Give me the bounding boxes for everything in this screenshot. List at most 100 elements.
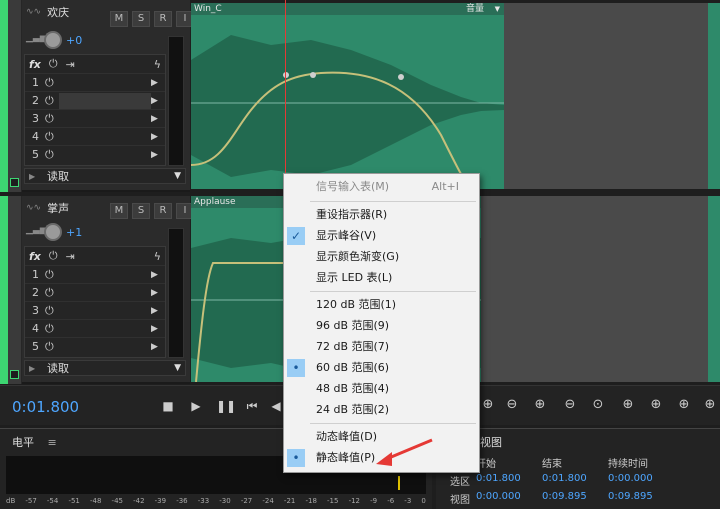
track-name[interactable]: 掌声 xyxy=(47,200,69,216)
track-select-box[interactable] xyxy=(10,370,19,379)
power-icon[interactable]: ⏻ xyxy=(45,304,59,318)
slot-field[interactable] xyxy=(59,339,151,355)
power-icon[interactable]: ⏻ xyxy=(49,249,58,263)
track-handle[interactable] xyxy=(8,0,22,192)
rewind-icon[interactable]: ◀ xyxy=(268,398,284,414)
slot-field[interactable] xyxy=(59,321,151,337)
menu-item-range-48[interactable]: 48 dB 范围(4) xyxy=(284,379,479,399)
menu-item-show-valleys[interactable]: ✓ 显示峰谷(V) xyxy=(284,226,479,246)
automation-mode-dropdown[interactable]: ▶ 读取 ▼ xyxy=(24,360,186,376)
stop-icon[interactable]: ■ xyxy=(160,398,176,414)
power-icon[interactable]: ⏻ xyxy=(45,340,59,354)
slot-field[interactable] xyxy=(59,147,151,163)
track-handle[interactable] xyxy=(8,196,22,384)
power-icon[interactable]: ⏻ xyxy=(45,76,59,90)
arrow-right-icon[interactable]: ▶ xyxy=(151,288,165,298)
routing-icon[interactable]: ⇥ xyxy=(66,250,75,263)
effect-slot[interactable]: 2 ⏻ ▶ xyxy=(25,283,165,301)
selection-start[interactable]: 0:01.800 xyxy=(476,473,521,484)
track-name[interactable]: 欢庆 xyxy=(47,4,69,20)
effect-slot[interactable]: 1 ⏻ ▶ xyxy=(25,265,165,283)
arrow-right-icon[interactable]: ▶ xyxy=(151,150,165,160)
automation-mode-dropdown[interactable]: ▶ 读取 ▼ xyxy=(24,168,186,184)
menu-item-range-72[interactable]: 72 dB 范围(7) xyxy=(284,337,479,357)
selection-end[interactable]: 0:01.800 xyxy=(542,473,587,484)
effect-slot[interactable]: 3 ⏻ ▶ xyxy=(25,301,165,319)
panel-menu-icon[interactable]: ≡ xyxy=(48,436,57,449)
slot-field[interactable] xyxy=(59,285,151,301)
menu-item-signal-input[interactable]: 信号输入表(M) Alt+I xyxy=(284,177,479,197)
arrow-right-icon[interactable]: ▶ xyxy=(151,306,165,316)
power-icon[interactable]: ⏻ xyxy=(45,148,59,162)
volume-knob[interactable] xyxy=(44,223,62,241)
view-duration[interactable]: 0:09.895 xyxy=(608,491,653,502)
audio-clip-win-c[interactable]: Win_C 音量 ▼ xyxy=(191,3,504,189)
zoom-full-icon[interactable]: ⊙ xyxy=(588,397,608,415)
power-icon[interactable]: ⏻ xyxy=(45,268,59,282)
menu-item-color-gradient[interactable]: 显示颜色渐变(G) xyxy=(284,247,479,267)
zoom-selection-icon[interactable]: ⊕ xyxy=(618,397,638,415)
zoom-in-amplitude-icon[interactable]: ⊕ xyxy=(478,397,498,415)
effect-slot[interactable]: 2 ⏻ ▶ xyxy=(25,91,165,109)
effect-slot[interactable]: 1 ⏻ ▶ xyxy=(25,73,165,91)
chevron-down-icon[interactable]: ▼ xyxy=(495,3,500,15)
volume-value[interactable]: +0 xyxy=(66,34,82,47)
slot-field[interactable] xyxy=(59,129,151,145)
lightning-icon[interactable]: ϟ xyxy=(154,58,161,71)
effect-slot[interactable]: 4 ⏻ ▶ xyxy=(25,319,165,337)
pause-icon[interactable]: ❚❚ xyxy=(216,398,236,414)
lightning-icon[interactable]: ϟ xyxy=(154,250,161,263)
slot-field[interactable] xyxy=(59,303,151,319)
effect-slot[interactable]: 3 ⏻ ▶ xyxy=(25,109,165,127)
zoom-in-point-icon[interactable]: ⊕ xyxy=(646,397,666,415)
fx-icon[interactable]: fx xyxy=(29,250,41,263)
record-arm-button[interactable]: R xyxy=(154,11,172,27)
slot-field[interactable] xyxy=(59,92,151,109)
effect-slot[interactable]: 4 ⏻ ▶ xyxy=(25,127,165,145)
play-icon[interactable]: ▶ xyxy=(188,398,204,414)
solo-button[interactable]: S xyxy=(132,203,150,219)
power-icon[interactable]: ⏻ xyxy=(45,286,59,300)
menu-item-range-24[interactable]: 24 dB 范围(2) xyxy=(284,400,479,420)
arrow-right-icon[interactable]: ▶ xyxy=(151,324,165,334)
selection-duration[interactable]: 0:00.000 xyxy=(608,473,653,484)
menu-item-led-meter[interactable]: 显示 LED 表(L) xyxy=(284,268,479,288)
power-icon[interactable]: ⏻ xyxy=(49,57,58,71)
solo-button[interactable]: S xyxy=(132,11,150,27)
volume-value[interactable]: +1 xyxy=(66,226,82,239)
routing-icon[interactable]: ⇥ xyxy=(66,58,75,71)
record-arm-button[interactable]: R xyxy=(154,203,172,219)
arrow-right-icon[interactable]: ▶ xyxy=(151,132,165,142)
zoom-playhead-icon[interactable]: ⊕ xyxy=(700,397,720,415)
track-select-box[interactable] xyxy=(10,178,19,187)
mute-button[interactable]: M xyxy=(110,11,128,27)
arrow-right-icon[interactable]: ▶ xyxy=(151,96,165,106)
view-end[interactable]: 0:09.895 xyxy=(542,491,587,502)
skip-start-icon[interactable]: ⏮ xyxy=(244,398,260,414)
arrow-right-icon[interactable]: ▶ xyxy=(151,114,165,124)
arrow-right-icon[interactable]: ▶ xyxy=(151,342,165,352)
fx-icon[interactable]: fx xyxy=(29,58,41,71)
volume-knob[interactable] xyxy=(44,31,62,49)
current-time[interactable]: 0:01.800 xyxy=(12,398,79,416)
zoom-out-time-icon[interactable]: ⊖ xyxy=(560,397,580,415)
menu-item-range-120[interactable]: 120 dB 范围(1) xyxy=(284,295,479,315)
power-icon[interactable]: ⏻ xyxy=(45,130,59,144)
arrow-right-icon[interactable]: ▶ xyxy=(151,270,165,280)
view-start[interactable]: 0:00.000 xyxy=(476,491,521,502)
power-icon[interactable]: ⏻ xyxy=(45,94,59,108)
power-icon[interactable]: ⏻ xyxy=(45,322,59,336)
empty-track-area[interactable] xyxy=(481,196,708,382)
menu-item-reset-indicators[interactable]: 重设指示器(R) xyxy=(284,205,479,225)
effect-slot[interactable]: 5 ⏻ ▶ xyxy=(25,337,165,355)
arrow-right-icon[interactable]: ▶ xyxy=(151,78,165,88)
power-icon[interactable]: ⏻ xyxy=(45,112,59,126)
slot-field[interactable] xyxy=(59,111,151,127)
empty-track-area[interactable] xyxy=(504,3,708,189)
zoom-out-amplitude-icon[interactable]: ⊖ xyxy=(502,397,522,415)
menu-item-range-96[interactable]: 96 dB 范围(9) xyxy=(284,316,479,336)
menu-item-range-60[interactable]: • 60 dB 范围(6) xyxy=(284,358,479,378)
zoom-out-point-icon[interactable]: ⊕ xyxy=(674,397,694,415)
slot-field[interactable] xyxy=(59,267,151,283)
effect-slot[interactable]: 5 ⏻ ▶ xyxy=(25,145,165,163)
